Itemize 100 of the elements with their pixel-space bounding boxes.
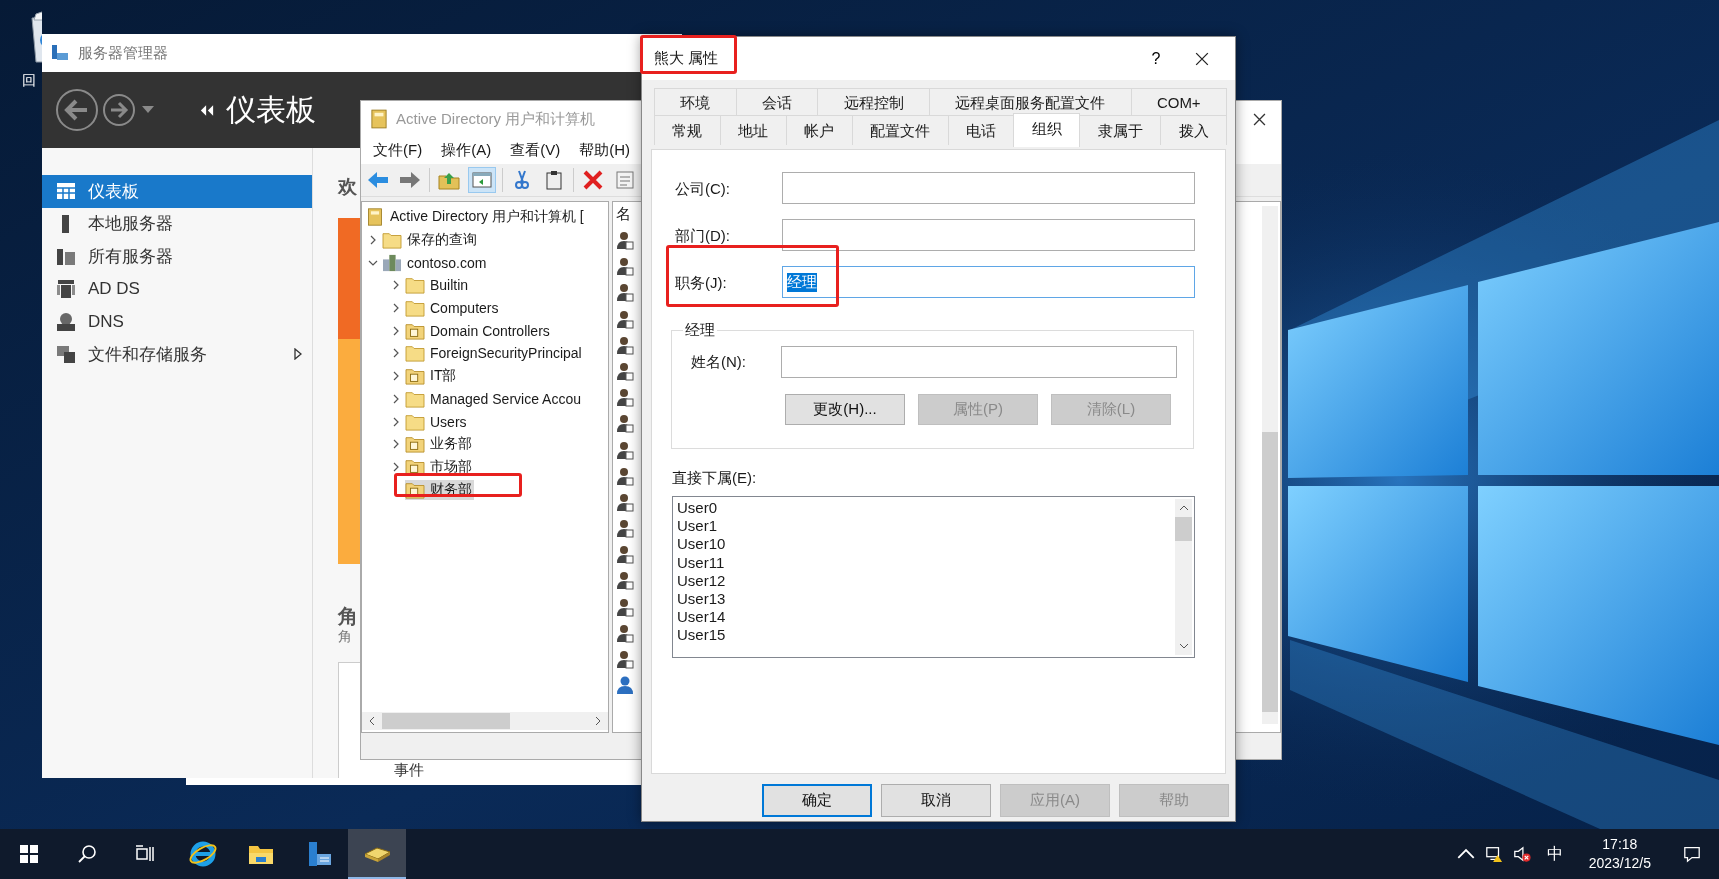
scroll-up-icon[interactable] (1178, 505, 1189, 511)
user-icon[interactable] (616, 308, 634, 329)
help-button[interactable]: ? (1133, 38, 1179, 79)
tree-item[interactable]: Active Directory 用户和计算机 [ (365, 207, 586, 228)
user-icon[interactable] (616, 596, 634, 617)
dialog-button[interactable]: 更改(H)... (785, 394, 905, 425)
tree-item[interactable]: Builtin (405, 275, 471, 296)
list-item[interactable]: User10 (677, 535, 1175, 554)
tree-item[interactable]: Domain Controllers (405, 320, 552, 341)
sidebar-item[interactable]: 本地服务器 (42, 207, 312, 241)
input-method-indicator[interactable]: 中 (1546, 843, 1563, 865)
menu-item[interactable]: 文件(F) (373, 141, 423, 160)
user-icon[interactable] (616, 256, 634, 277)
chevron-icon[interactable] (391, 280, 401, 291)
tree-item[interactable]: 业务部 (405, 434, 474, 455)
user-icon[interactable] (616, 570, 634, 591)
chevron-icon[interactable] (391, 393, 401, 404)
list-item[interactable]: User0 (677, 499, 1175, 518)
folder-icon (382, 231, 402, 250)
menu-item[interactable]: 帮助(H) (579, 141, 630, 160)
horizontal-scrollbar[interactable] (362, 712, 608, 730)
sidebar-item[interactable]: 文件和存储服务 (42, 337, 312, 371)
tree-item[interactable]: Managed Service Accou (405, 388, 583, 409)
tab[interactable]: 常规 (654, 115, 721, 145)
user-icon[interactable] (616, 360, 634, 381)
user-icon[interactable] (616, 465, 634, 486)
network-warning-icon[interactable] (1484, 845, 1503, 863)
notification-icon[interactable] (1683, 845, 1701, 863)
directory-book-icon (365, 208, 385, 227)
input-field[interactable] (782, 219, 1195, 251)
list-item[interactable]: User14 (677, 608, 1175, 627)
dialog-button[interactable]: 取消 (881, 784, 991, 817)
tab[interactable]: 拨入 (1160, 115, 1227, 145)
chevron-icon[interactable] (391, 416, 401, 427)
list-item[interactable]: User11 (677, 553, 1175, 572)
scroll-thumb[interactable] (1175, 517, 1192, 541)
user-icon[interactable] (616, 518, 634, 539)
tree-item[interactable]: 市场部 (405, 456, 474, 477)
input-field[interactable]: 经理 (782, 266, 1195, 298)
user-icon[interactable] (616, 649, 634, 669)
page-heading: 仪表板 (226, 91, 316, 128)
user-icon[interactable] (616, 439, 634, 460)
chevron-icon[interactable] (391, 325, 401, 336)
back-button[interactable] (55, 88, 99, 132)
tab[interactable]: 组织 (1013, 113, 1081, 147)
field-label: 部门(D): (674, 226, 731, 244)
user-icon[interactable] (616, 622, 634, 643)
list-item[interactable]: User1 (677, 517, 1175, 536)
tab[interactable]: COM+ (1130, 88, 1227, 115)
chevron-icon[interactable] (391, 371, 401, 382)
user-icon[interactable] (616, 387, 634, 408)
tree-item[interactable]: Users (405, 411, 469, 432)
forward-button[interactable] (102, 93, 136, 127)
field-label: 姓名(N): (691, 352, 747, 372)
tree-item[interactable]: contoso.com (382, 252, 489, 273)
dialog-button[interactable]: 确定 (762, 784, 872, 817)
user-icon[interactable] (616, 282, 634, 303)
user-icon[interactable] (616, 544, 634, 565)
list-box[interactable]: User0 User1 User10 User11 User12 User13 User14 User15 (672, 496, 1195, 658)
sidebar-item[interactable]: AD DS (42, 272, 312, 306)
user-icon[interactable] (616, 413, 634, 434)
chevron-icon[interactable] (368, 235, 378, 246)
input-field[interactable] (782, 172, 1195, 204)
chevron-icon[interactable] (391, 348, 401, 359)
list-item[interactable]: User15 (677, 626, 1175, 645)
window-title: Active Directory 用户和计算机 (396, 109, 596, 129)
user-icon[interactable] (616, 334, 634, 355)
chevron-icon[interactable] (391, 461, 401, 472)
chevron-icon[interactable] (391, 439, 401, 450)
double-chevron-icon[interactable] (200, 104, 214, 116)
sidebar-item[interactable]: 所有服务器 (42, 240, 312, 273)
vertical-scrollbar[interactable] (1262, 206, 1278, 724)
console-tree-icon[interactable] (468, 167, 496, 193)
tree-item[interactable]: ForeignSecurityPrincipal (405, 343, 584, 364)
folder-document-icon (405, 435, 425, 454)
vertical-scrollbar[interactable] (1175, 499, 1192, 655)
tree-item[interactable]: Computers (405, 298, 501, 319)
field-label: 职务(J): (674, 273, 728, 291)
clock[interactable]: 17:18 2023/12/5 (1588, 835, 1651, 873)
column-header[interactable]: 名 (616, 202, 631, 224)
taskbar-button[interactable] (348, 829, 406, 879)
user-icon[interactable] (616, 675, 634, 696)
tab[interactable]: 环境 (654, 88, 737, 115)
tree-item[interactable]: IT部 (405, 366, 459, 387)
menu-item[interactable]: 查看(V) (510, 141, 561, 160)
tree-item[interactable]: 保存的查询 (382, 230, 479, 251)
user-icon[interactable] (616, 491, 634, 512)
list-item[interactable]: User12 (677, 571, 1175, 590)
menu-item[interactable]: 操作(A) (441, 141, 492, 160)
sidebar-item[interactable]: 仪表板 (42, 175, 312, 208)
speaker-icon[interactable] (1512, 845, 1531, 863)
scroll-right-icon[interactable] (594, 716, 602, 726)
dropdown-caret-icon[interactable] (142, 106, 154, 114)
user-icon[interactable] (616, 230, 634, 250)
sidebar-item[interactable]: DNS (42, 305, 312, 338)
list-item[interactable]: User13 (677, 590, 1175, 609)
chevron-icon[interactable] (391, 303, 401, 314)
scroll-down-icon[interactable] (1178, 643, 1189, 649)
scroll-left-icon[interactable] (368, 716, 376, 726)
input-field[interactable] (781, 346, 1177, 378)
